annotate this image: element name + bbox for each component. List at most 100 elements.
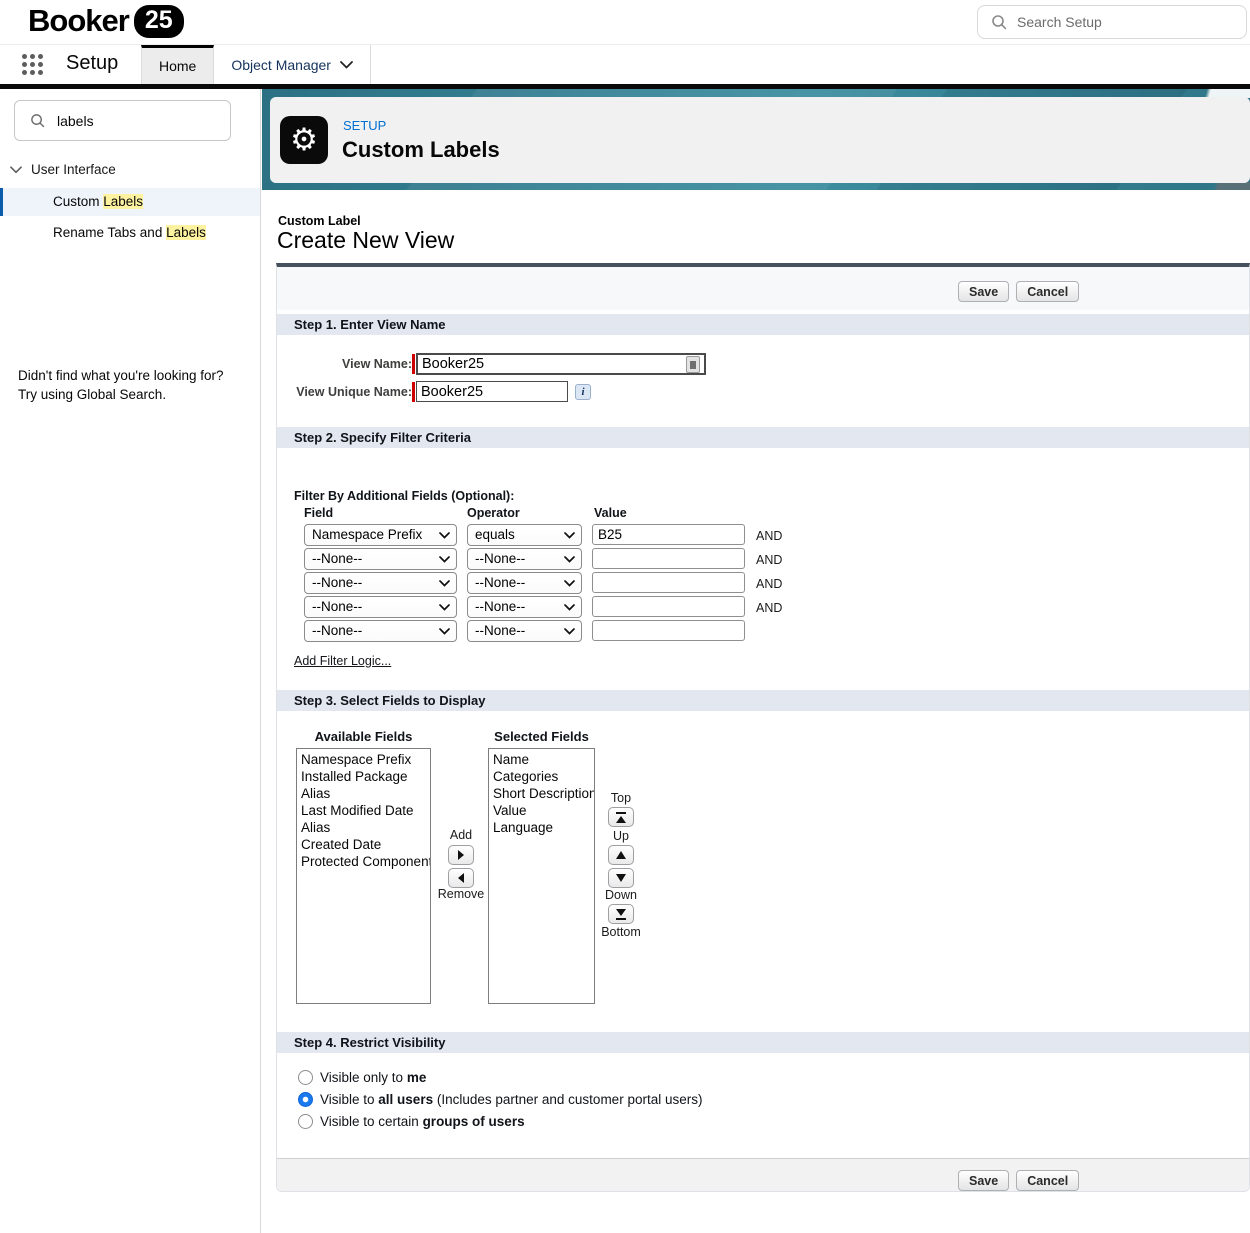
view-unique-name-label: View Unique Name: bbox=[277, 381, 412, 403]
move-up-button[interactable] bbox=[608, 845, 634, 865]
radio-icon[interactable] bbox=[298, 1070, 313, 1085]
add-label: Add bbox=[433, 828, 489, 842]
sidebar-section-user-interface[interactable]: User Interface bbox=[10, 162, 116, 177]
filter-by-label: Filter By Additional Fields (Optional): bbox=[294, 489, 514, 503]
search-highlight: Labels bbox=[103, 194, 143, 209]
setup-search-input[interactable] bbox=[1017, 14, 1207, 30]
move-top-button[interactable] bbox=[608, 807, 634, 827]
filter-field-select[interactable]: --None-- bbox=[304, 620, 457, 642]
filter-field-select[interactable]: --None-- bbox=[304, 596, 457, 618]
list-item[interactable]: Last Modified Date bbox=[297, 802, 430, 819]
list-item[interactable]: Alias bbox=[297, 819, 430, 836]
search-icon bbox=[991, 14, 1007, 30]
add-filter-logic-link[interactable]: Add Filter Logic... bbox=[294, 654, 391, 668]
filter-field-select[interactable]: Namespace Prefix bbox=[304, 524, 457, 546]
move-down-button[interactable] bbox=[608, 868, 634, 888]
list-item[interactable]: Alias bbox=[297, 785, 430, 802]
available-fields-listbox[interactable]: Namespace PrefixInstalled PackageAliasLa… bbox=[296, 748, 431, 1004]
list-item[interactable]: Name bbox=[489, 751, 594, 768]
entity-subtitle: Custom Label bbox=[278, 214, 361, 228]
breadcrumb-setup[interactable]: SETUP bbox=[343, 118, 386, 133]
list-item[interactable]: Created Date bbox=[297, 836, 430, 853]
bottom-button-bar bbox=[277, 1158, 1249, 1191]
radio-icon[interactable] bbox=[298, 1114, 313, 1129]
and-label: AND bbox=[756, 549, 782, 571]
setup-nav-bar: Setup Home Object Manager bbox=[0, 45, 1250, 84]
filter-value-input[interactable] bbox=[592, 524, 745, 545]
filter-operator-select[interactable]: --None-- bbox=[467, 620, 582, 642]
sidebar-item-rename-tabs-labels[interactable]: Rename Tabs and Labels bbox=[0, 219, 260, 247]
view-name-label: View Name: bbox=[277, 353, 412, 375]
sidebar-search-input[interactable] bbox=[57, 113, 207, 129]
booker25-logo: Booker 25 bbox=[28, 3, 184, 39]
list-item[interactable]: Installed Package bbox=[297, 768, 430, 785]
column-header-field: Field bbox=[304, 506, 333, 520]
cancel-button[interactable]: Cancel bbox=[1016, 281, 1079, 302]
column-header-value: Value bbox=[594, 506, 627, 520]
save-button[interactable]: Save bbox=[958, 1170, 1009, 1191]
radio-icon[interactable] bbox=[298, 1092, 313, 1107]
chevron-down-icon bbox=[564, 532, 575, 539]
setup-search-box[interactable] bbox=[977, 5, 1247, 39]
and-label: AND bbox=[756, 597, 782, 619]
chevron-down-icon bbox=[564, 628, 575, 635]
autofill-icon[interactable] bbox=[686, 356, 700, 373]
search-highlight: Labels bbox=[166, 225, 206, 240]
page: Booker 25 Setup Home Object Manager bbox=[0, 0, 1250, 1233]
tab-object-manager[interactable]: Object Manager bbox=[214, 45, 371, 84]
gear-icon: ⚙ bbox=[290, 125, 318, 156]
list-item[interactable]: Language bbox=[489, 819, 594, 836]
view-name-input[interactable] bbox=[416, 353, 706, 375]
filter-operator-select[interactable]: equals bbox=[467, 524, 582, 546]
filter-operator-select[interactable]: --None-- bbox=[467, 572, 582, 594]
cancel-button[interactable]: Cancel bbox=[1016, 1170, 1079, 1191]
filter-operator-select[interactable]: --None-- bbox=[467, 548, 582, 570]
top-label: Top bbox=[593, 791, 649, 805]
radio-visible-all-users[interactable]: Visible to all users (Includes partner a… bbox=[298, 1090, 702, 1108]
filter-field-select[interactable]: --None-- bbox=[304, 548, 457, 570]
view-unique-name-input[interactable] bbox=[416, 381, 568, 402]
chevron-down-icon bbox=[564, 604, 575, 611]
filter-value-input[interactable] bbox=[592, 620, 745, 641]
filter-value-input[interactable] bbox=[592, 548, 745, 569]
list-item[interactable]: Categories bbox=[489, 768, 594, 785]
chevron-down-icon bbox=[439, 628, 450, 635]
radio-visible-only-me[interactable]: Visible only to me bbox=[298, 1068, 426, 1086]
filter-value-input[interactable] bbox=[592, 596, 745, 617]
list-item[interactable]: Namespace Prefix bbox=[297, 751, 430, 768]
chevron-down-icon bbox=[564, 556, 575, 563]
available-fields-label: Available Fields bbox=[296, 729, 431, 744]
sidebar-search-box[interactable] bbox=[14, 100, 231, 141]
list-item[interactable]: Short Description bbox=[489, 785, 594, 802]
radio-visible-groups[interactable]: Visible to certain groups of users bbox=[298, 1112, 525, 1130]
step3-header: Step 3. Select Fields to Display bbox=[277, 690, 1249, 711]
add-button[interactable] bbox=[448, 845, 474, 865]
list-item[interactable]: Value bbox=[489, 802, 594, 819]
move-bottom-button[interactable] bbox=[608, 904, 634, 924]
filter-field-select[interactable]: --None-- bbox=[304, 572, 457, 594]
logo-text: Booker bbox=[28, 3, 129, 39]
sidebar-item-custom-labels[interactable]: Custom Labels bbox=[0, 188, 260, 216]
down-label: Down bbox=[593, 888, 649, 902]
selected-fields-label: Selected Fields bbox=[488, 729, 595, 744]
save-button[interactable]: Save bbox=[958, 281, 1009, 302]
setup-app-name: Setup bbox=[66, 52, 118, 75]
info-icon[interactable]: i bbox=[575, 384, 591, 400]
create-view-form: Save Cancel Step 1. Enter View Name View… bbox=[276, 263, 1250, 1192]
page-header-card: ⚙ SETUP Custom Labels bbox=[270, 97, 1250, 183]
filter-operator-select[interactable]: --None-- bbox=[467, 596, 582, 618]
logo-badge: 25 bbox=[134, 5, 184, 38]
chevron-down-icon bbox=[564, 580, 575, 587]
selected-fields-listbox[interactable]: NameCategoriesShort DescriptionValueLang… bbox=[488, 748, 595, 1004]
list-item[interactable]: Protected Component bbox=[297, 853, 430, 870]
bottom-label: Bottom bbox=[593, 925, 649, 939]
step2-header: Step 2. Specify Filter Criteria bbox=[277, 427, 1249, 448]
filter-value-input[interactable] bbox=[592, 572, 745, 593]
tab-home[interactable]: Home bbox=[141, 45, 214, 84]
setup-sidebar: User Interface Custom Labels Rename Tabs… bbox=[0, 89, 261, 1233]
search-icon bbox=[30, 113, 45, 128]
chevron-down-icon bbox=[439, 604, 450, 611]
app-launcher-icon[interactable] bbox=[22, 54, 44, 76]
remove-button[interactable] bbox=[448, 868, 474, 888]
left-arrow-icon bbox=[457, 873, 465, 883]
